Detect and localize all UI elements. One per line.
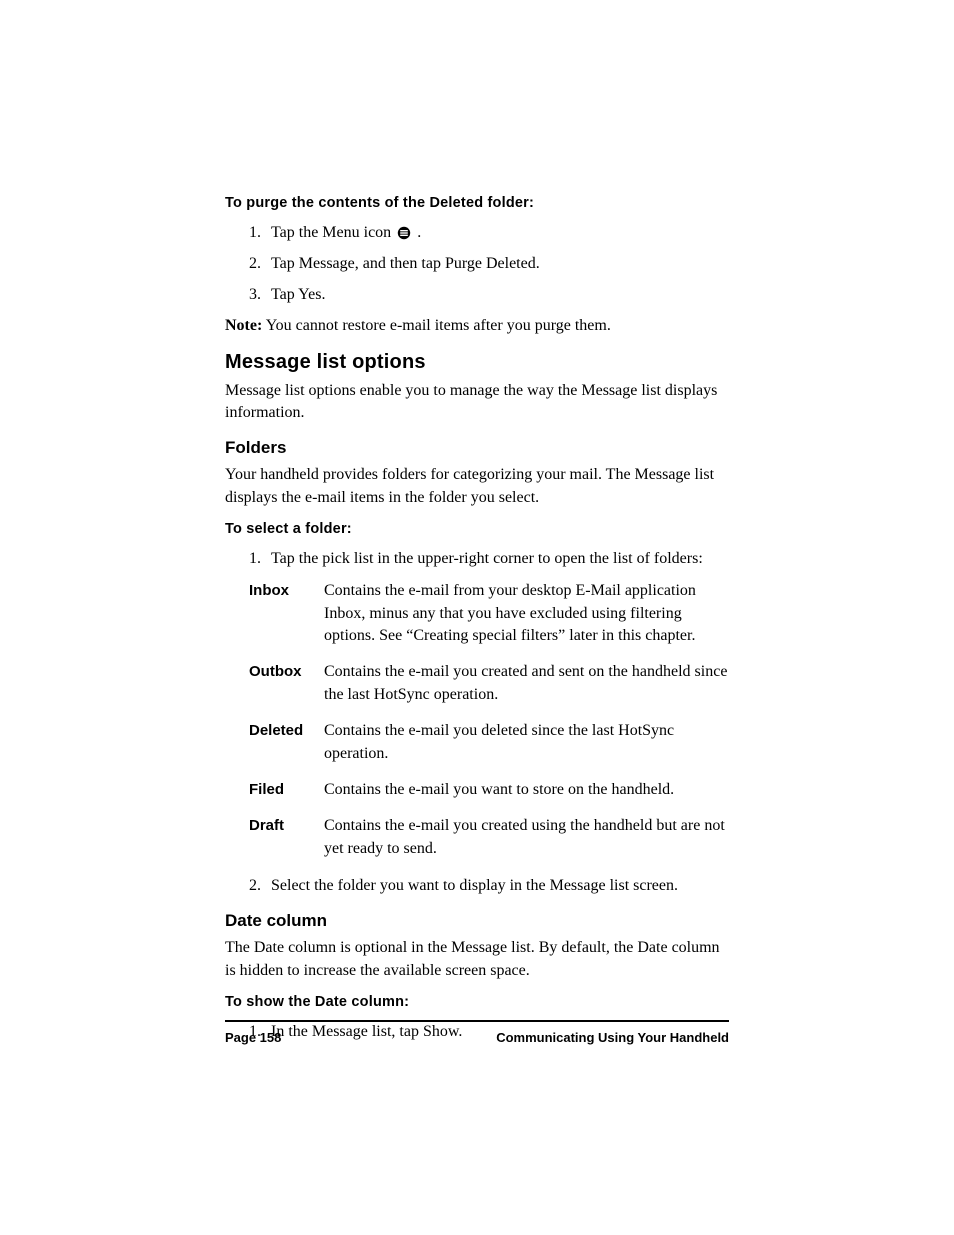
note-label: Note: <box>225 317 262 334</box>
page: To purge the contents of the Deleted fol… <box>0 0 954 1235</box>
step-text: Tap Message, and then tap Purge Deleted. <box>271 252 540 275</box>
footer-title: Communicating Using Your Handheld <box>496 1030 729 1045</box>
step-number: 1. <box>249 221 271 244</box>
paragraph: Your handheld provides folders for categ… <box>225 464 729 509</box>
purge-heading: To purge the contents of the Deleted fol… <box>225 195 729 211</box>
folder-name: Filed <box>249 779 324 801</box>
table-row: Deleted Contains the e-mail you deleted … <box>249 720 729 765</box>
note: Note: You cannot restore e-mail items af… <box>225 317 729 335</box>
step-number: 1. <box>249 547 271 570</box>
paragraph: The Date column is optional in the Messa… <box>225 937 729 982</box>
list-item: 1. Tap the Menu icon . <box>249 221 729 244</box>
folder-desc: Contains the e-mail you want to store on… <box>324 779 729 801</box>
step-text: Tap Yes. <box>271 283 325 306</box>
folder-name: Draft <box>249 815 324 860</box>
subheading-folders: Folders <box>225 438 729 458</box>
folder-desc: Contains the e-mail you deleted since th… <box>324 720 729 765</box>
table-row: Inbox Contains the e-mail from your desk… <box>249 580 729 647</box>
step-number: 3. <box>249 283 271 306</box>
select-folder-heading: To select a folder: <box>225 521 729 537</box>
step-text: Tap the pick list in the upper-right cor… <box>271 547 703 570</box>
show-date-heading: To show the Date column: <box>225 994 729 1010</box>
purge-steps: 1. Tap the Menu icon . 2. Tap Message, a… <box>225 221 729 307</box>
subheading-date-column: Date column <box>225 911 729 931</box>
folder-name: Deleted <box>249 720 324 765</box>
table-row: Outbox Contains the e-mail you created a… <box>249 661 729 706</box>
table-row: Draft Contains the e-mail you created us… <box>249 815 729 860</box>
step-number: 2. <box>249 874 271 897</box>
paragraph: Message list options enable you to manag… <box>225 380 729 425</box>
list-item: 2. Select the folder you want to display… <box>249 874 729 897</box>
list-item: 1. Tap the pick list in the upper-right … <box>249 547 729 570</box>
folder-desc: Contains the e-mail from your desktop E-… <box>324 580 729 647</box>
footer-page: Page 158 <box>225 1030 281 1045</box>
folder-table: Inbox Contains the e-mail from your desk… <box>249 580 729 860</box>
folder-desc: Contains the e-mail you created using th… <box>324 815 729 860</box>
section-heading-message-list-options: Message list options <box>225 351 729 374</box>
step-text: Tap the Menu icon . <box>271 221 421 244</box>
folder-name: Inbox <box>249 580 324 647</box>
select-folder-steps-2: 2. Select the folder you want to display… <box>225 874 729 897</box>
menu-icon <box>397 226 411 240</box>
step-text: Select the folder you want to display in… <box>271 874 678 897</box>
table-row: Filed Contains the e-mail you want to st… <box>249 779 729 801</box>
select-folder-steps: 1. Tap the pick list in the upper-right … <box>225 547 729 570</box>
note-text: You cannot restore e-mail items after yo… <box>262 317 611 334</box>
list-item: 2. Tap Message, and then tap Purge Delet… <box>249 252 729 275</box>
folder-name: Outbox <box>249 661 324 706</box>
step-number: 2. <box>249 252 271 275</box>
page-footer: Page 158 Communicating Using Your Handhe… <box>225 1020 729 1045</box>
list-item: 3. Tap Yes. <box>249 283 729 306</box>
folder-desc: Contains the e-mail you created and sent… <box>324 661 729 706</box>
